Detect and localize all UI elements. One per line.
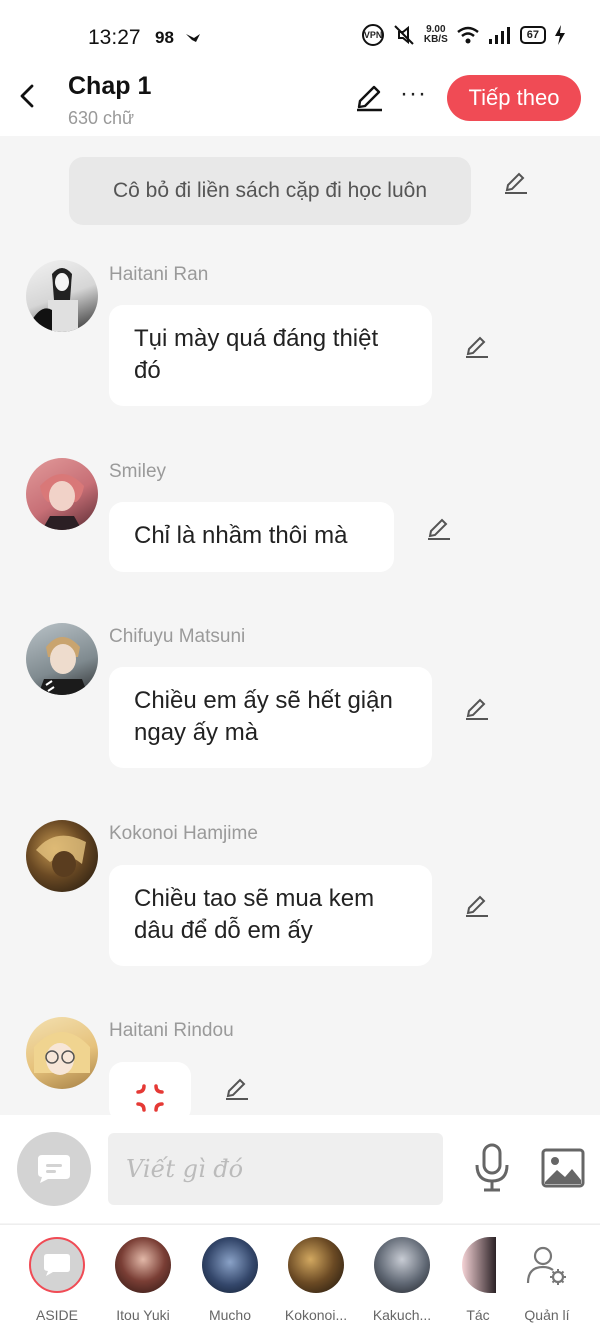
sender-name: Haitani Rindou	[109, 1020, 234, 1041]
avatar-chifuyu-matsuni[interactable]	[26, 623, 98, 695]
battery-level: 67	[519, 26, 546, 44]
character-avatar	[288, 1237, 344, 1293]
signal-icon	[488, 27, 510, 44]
sender-name: Smiley	[109, 461, 167, 482]
avatar-kokonoi-hamjime[interactable]	[26, 820, 98, 892]
notification-count: 98	[155, 28, 174, 47]
edit-message-icon[interactable]	[426, 516, 452, 542]
composer-bar: Viết gì đó	[0, 1115, 600, 1223]
edit-message-icon[interactable]	[464, 893, 490, 919]
character-itou-yuki[interactable]: Itou Yuki	[103, 1237, 183, 1323]
character-bar: ASIDE Itou Yuki Mucho Kokonoi... Kakuch.…	[0, 1224, 600, 1334]
avatar-smiley[interactable]	[26, 458, 98, 530]
next-button[interactable]: Tiếp theo	[447, 75, 581, 121]
vpn-icon: VPN	[361, 24, 384, 46]
chapter-title: Chap 1	[68, 72, 152, 100]
narration-bubble[interactable]: Cô bỏ đi liền sách cặp đi học luôn	[69, 157, 471, 225]
character-aside[interactable]: ASIDE	[17, 1237, 97, 1323]
manage-characters-button[interactable]: Quản lí	[507, 1237, 587, 1323]
back-arrow-icon[interactable]	[14, 82, 42, 110]
edit-pencil-icon[interactable]	[354, 82, 384, 112]
charging-icon	[555, 25, 565, 45]
word-count: 630 chữ	[68, 108, 135, 128]
sender-name: Chifuyu Matsuni	[109, 626, 246, 647]
microphone-icon[interactable]	[472, 1143, 512, 1193]
character-kokonoi[interactable]: Kokonoi...	[276, 1237, 356, 1323]
message-bubble[interactable]: Chiều em ấy sẽ hết giận ngay ấy mà	[109, 667, 432, 768]
edit-message-icon[interactable]	[224, 1076, 250, 1102]
character-label: ASIDE	[35, 1307, 78, 1323]
character-avatar	[202, 1237, 258, 1293]
sender-name: Haitani Ran	[109, 264, 209, 285]
aside-toggle-button[interactable]	[17, 1132, 91, 1206]
chat-bubble-icon	[38, 1155, 70, 1183]
message-bubble[interactable]: Chỉ là nhầm thôi mà	[109, 502, 394, 572]
aside-chat-icon	[29, 1237, 85, 1293]
character-label: Mucho	[208, 1307, 252, 1323]
status-time: 13:27	[88, 26, 141, 49]
character-avatar	[115, 1237, 171, 1293]
sticker-bubble[interactable]	[109, 1062, 191, 1122]
character-tac[interactable]: Tác	[438, 1237, 518, 1323]
user-settings-icon	[519, 1237, 575, 1293]
net-speed: 9.00 KB/S	[423, 24, 448, 45]
more-options-icon[interactable]: ···	[400, 82, 427, 106]
character-label: Itou Yuki	[116, 1307, 170, 1323]
message-input[interactable]: Viết gì đó	[108, 1133, 443, 1205]
avatar-haitani-ran[interactable]	[26, 260, 98, 332]
character-kakucho[interactable]: Kakuch...	[362, 1237, 442, 1323]
character-mucho[interactable]: Mucho	[190, 1237, 270, 1323]
mute-icon	[394, 25, 414, 45]
character-avatar	[462, 1237, 496, 1293]
message-bubble[interactable]: Tụi mày quá đáng thiệt đó	[109, 305, 432, 406]
character-label: Kokonoi...	[284, 1307, 348, 1323]
character-avatar	[374, 1237, 430, 1293]
wifi-icon	[456, 26, 479, 44]
chapter-header: Chap 1 630 chữ ··· Tiếp theo	[0, 72, 600, 136]
edit-narration-icon[interactable]	[503, 170, 529, 196]
bird-icon	[186, 34, 200, 42]
edit-message-icon[interactable]	[464, 696, 490, 722]
avatar-haitani-rindou[interactable]	[26, 1017, 98, 1089]
edit-message-icon[interactable]	[464, 334, 490, 360]
angry-mark-icon	[136, 1084, 164, 1112]
status-bar: 13:27 98 VPN 9.00 KB/S 67	[0, 0, 600, 72]
character-label: Quản lí	[524, 1307, 570, 1323]
character-label: Kakuch...	[372, 1307, 432, 1323]
character-label: Tác	[466, 1307, 490, 1323]
image-icon[interactable]	[541, 1148, 585, 1188]
sender-name: Kokonoi Hamjime	[109, 823, 258, 844]
message-bubble[interactable]: Chiều tao sẽ mua kem dâu để dỗ em ấy	[109, 865, 432, 966]
